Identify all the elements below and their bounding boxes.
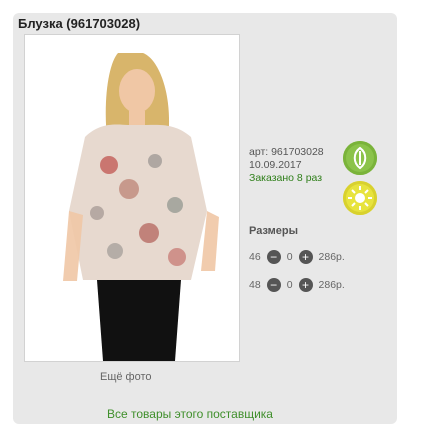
increase-quantity-button[interactable]: + [298,250,313,264]
article-number: арт: 961703028 [249,146,324,158]
size-row: 46 − 0 + 286р. [249,250,345,264]
product-title: Блузка (961703028) [18,16,141,31]
increase-quantity-button[interactable]: + [298,278,313,292]
more-photos-link[interactable]: Ещё фото [100,371,152,383]
decrease-quantity-button[interactable]: − [266,250,281,264]
blouse-photo-illustration [25,35,239,361]
price-value: 286р. [318,251,345,263]
product-date: 10.09.2017 [249,159,302,171]
size-value: 48 [249,279,261,291]
size-value: 46 [249,251,261,263]
price-value: 286р. [318,279,345,291]
size-row: 48 − 0 + 286р. [249,278,345,292]
leaf-icon [343,141,377,175]
product-info: арт: 961703028 10.09.2017 Заказано 8 раз [249,146,324,185]
sun-icon [343,181,377,215]
quantity-value: 0 [286,279,293,291]
product-photo[interactable] [24,34,240,362]
quantity-value: 0 [286,251,293,263]
supplier-products-link[interactable]: Все товары этого поставщика [107,407,273,421]
sizes-heading: Размеры [249,225,299,237]
ordered-count: Заказано 8 раз [249,172,323,184]
decrease-quantity-button[interactable]: − [266,278,281,292]
